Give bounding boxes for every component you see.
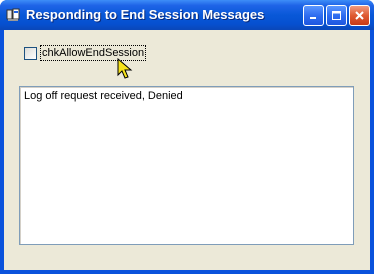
- minimize-button[interactable]: [303, 5, 324, 26]
- minimize-icon: [310, 17, 316, 19]
- close-button[interactable]: [349, 5, 370, 26]
- app-icon: [6, 8, 20, 21]
- maximize-icon: [332, 11, 341, 20]
- mouse-cursor-icon: [117, 58, 133, 79]
- log-textbox[interactable]: Log off request received, Denied: [19, 86, 354, 245]
- allow-end-session-checkbox[interactable]: [24, 47, 37, 60]
- app-window: Responding to End Session Messages chkAl…: [0, 0, 374, 274]
- title-bar[interactable]: Responding to End Session Messages: [0, 0, 374, 30]
- client-area: chkAllowEndSession Log off request recei…: [4, 30, 370, 270]
- close-icon: [355, 11, 364, 20]
- log-text: Log off request received, Denied: [24, 90, 183, 102]
- window-title: Responding to End Session Messages: [26, 7, 265, 22]
- maximize-button[interactable]: [326, 5, 347, 26]
